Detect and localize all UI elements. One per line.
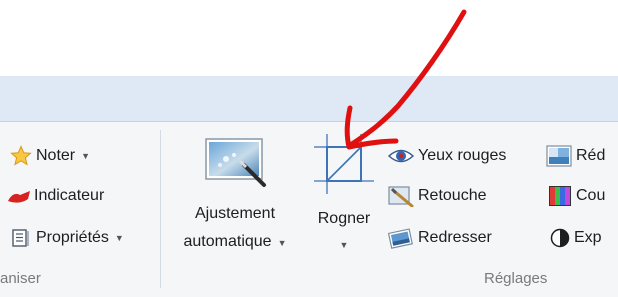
star-icon: [10, 145, 32, 166]
crop-label: Rogner: [317, 210, 371, 227]
red-eye-icon: [388, 149, 414, 163]
organize-group-label: aniser: [0, 270, 41, 287]
group-separator: [160, 130, 161, 288]
auto-adjust-button[interactable]: Ajustement automatique ▼: [176, 132, 294, 260]
straighten-button[interactable]: Redresser: [388, 225, 492, 251]
auto-adjust-label-line1: Ajustement: [194, 205, 276, 222]
properties-label: Propriétés: [36, 229, 109, 246]
exposure-label: Exp: [574, 229, 602, 246]
straighten-label: Redresser: [418, 229, 492, 246]
resize-label: Réd: [576, 147, 606, 164]
color-button[interactable]: Cou: [548, 183, 605, 209]
crop-dropdown[interactable]: ▼: [308, 235, 380, 253]
auto-adjust-icon: [205, 138, 266, 187]
flag-label: Indicateur: [34, 187, 105, 204]
auto-adjust-label-line2: automatique ▼: [183, 233, 287, 250]
straighten-icon: [388, 228, 413, 249]
retouch-label: Retouche: [418, 187, 487, 204]
rate-button[interactable]: Noter ▼: [10, 143, 90, 169]
exposure-icon: [550, 228, 570, 248]
flag-icon: [8, 191, 30, 203]
exposure-button[interactable]: Exp: [550, 225, 602, 251]
chevron-down-icon: ▼: [81, 151, 91, 161]
color-icon: [549, 186, 571, 206]
resize-icon: [546, 145, 572, 167]
crop-button[interactable]: Rogner ▼: [308, 132, 380, 260]
flag-button[interactable]: Indicateur: [8, 183, 104, 209]
retouch-button[interactable]: Retouche: [388, 183, 487, 209]
chevron-down-icon: ▼: [339, 240, 349, 250]
crop-icon: [314, 134, 374, 194]
retouch-icon: [388, 186, 414, 207]
color-label: Cou: [576, 187, 606, 204]
rate-label: Noter: [36, 147, 76, 164]
page-background: [0, 0, 618, 76]
red-eye-button[interactable]: Yeux rouges: [388, 143, 506, 169]
ribbon-tab-strip: [0, 76, 618, 122]
resize-button[interactable]: Réd: [546, 143, 605, 169]
chevron-down-icon: ▼: [114, 233, 124, 243]
red-eye-label: Yeux rouges: [418, 147, 507, 164]
properties-button[interactable]: Propriétés ▼: [10, 225, 124, 251]
chevron-down-icon: ▼: [277, 238, 287, 248]
properties-icon: [12, 229, 29, 247]
adjust-group-label: Réglages: [484, 270, 548, 287]
